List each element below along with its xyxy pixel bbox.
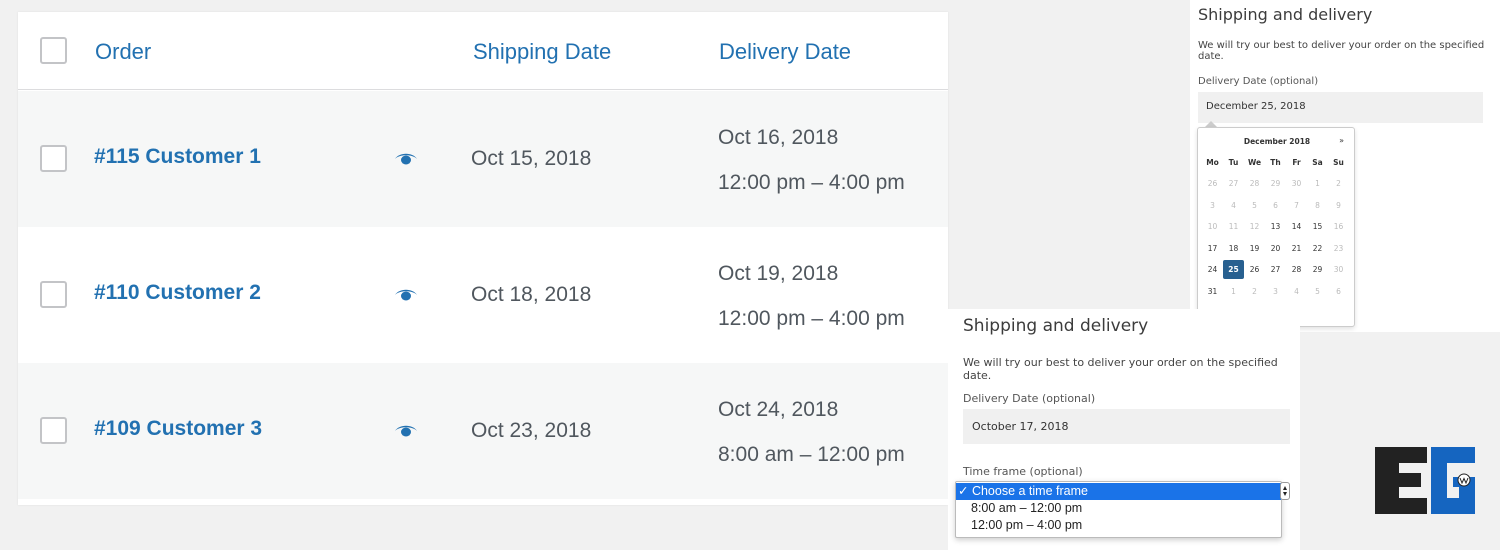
preview-eye-icon[interactable] (394, 150, 418, 166)
calendar-day[interactable]: 31 (1202, 282, 1223, 301)
calendar-day[interactable]: 22 (1307, 239, 1328, 258)
orders-table: Order Shipping Date Delivery Date #115 C… (18, 12, 948, 505)
panel-description: We will try our best to deliver your ord… (1198, 40, 1485, 62)
shipping-date: Oct 18, 2018 (471, 283, 592, 306)
calendar-day: 16 (1333, 222, 1344, 231)
weekday-label: Sa (1312, 158, 1323, 167)
delivery-time-window: 12:00 pm – 4:00 pm (718, 171, 905, 194)
calendar-day[interactable]: 19 (1244, 239, 1265, 258)
next-month-icon[interactable]: » (1339, 136, 1344, 145)
calendar-day: 29 (1270, 179, 1281, 188)
calendar-month[interactable]: December 2018 (1198, 137, 1356, 146)
delivery-time-window: 8:00 am – 12:00 pm (718, 443, 905, 466)
table-row: #110 Customer 2 Oct 18, 2018 Oct 19, 201… (18, 227, 948, 363)
order-link[interactable]: #115 Customer 1 (94, 145, 261, 169)
calendar-day: 12 (1249, 222, 1260, 231)
delivery-date: Oct 19, 2018 (718, 262, 839, 285)
table-row: #109 Customer 3 Oct 23, 2018 Oct 24, 201… (18, 363, 948, 499)
shipping-date: Oct 15, 2018 (471, 147, 592, 170)
calendar-day: 3 (1210, 200, 1215, 210)
column-shipping-date[interactable]: Shipping Date (473, 39, 611, 65)
preview-eye-icon[interactable] (394, 286, 418, 302)
calendar-day: 9 (1336, 200, 1341, 210)
calendar-day: 28 (1249, 179, 1260, 188)
calendar-day: 2 (1252, 286, 1257, 296)
time-frame-label: Time frame (optional) (963, 465, 1083, 478)
delivery-date-label: Delivery Date (optional) (963, 392, 1096, 405)
select-arrows-icon[interactable] (1280, 482, 1290, 500)
calendar-day: 4 (1294, 286, 1299, 296)
time-frame-option[interactable]: ✓ Choose a time frame (956, 483, 1281, 500)
calendar-day: 5 (1252, 200, 1257, 210)
weekday-label: Tu (1228, 158, 1239, 167)
calendar-day[interactable]: 27 (1265, 260, 1286, 279)
eg-logo (1375, 447, 1475, 514)
calendar-day: 11 (1228, 222, 1239, 231)
time-frame-option[interactable]: 8:00 am – 12:00 pm (956, 500, 1281, 517)
order-link[interactable]: #109 Customer 3 (94, 417, 262, 441)
calendar-day: 30 (1333, 265, 1344, 274)
weekday-label: Su (1333, 158, 1344, 167)
calendar-day[interactable]: 18 (1223, 239, 1244, 258)
calendar-day[interactable]: 21 (1286, 239, 1307, 258)
weekday-label: We (1247, 158, 1262, 167)
calendar-day: 8 (1315, 200, 1320, 210)
delivery-date: Oct 16, 2018 (718, 126, 839, 149)
calendar-day: 7 (1294, 200, 1299, 210)
delivery-time-window: 12:00 pm – 4:00 pm (718, 307, 905, 330)
column-delivery-date[interactable]: Delivery Date (719, 39, 851, 65)
calendar-day[interactable]: 17 (1202, 239, 1223, 258)
shipping-date: Oct 23, 2018 (471, 419, 592, 442)
table-row: #115 Customer 1 Oct 15, 2018 Oct 16, 201… (18, 91, 948, 227)
calendar-day: 4 (1231, 200, 1236, 210)
calendar-day[interactable]: 26 (1244, 260, 1265, 279)
delivery-date-label: Delivery Date (optional) (1198, 76, 1319, 87)
calendar-day: 6 (1336, 286, 1341, 296)
weekday-label: Th (1270, 158, 1281, 167)
calendar-day: 2 (1336, 179, 1341, 188)
calendar-day: 26 (1207, 179, 1218, 188)
calendar-day: 23 (1333, 243, 1344, 253)
calendar-day[interactable]: 29 (1307, 260, 1328, 279)
calendar-day[interactable]: 25 (1223, 260, 1244, 279)
row-checkbox[interactable] (40, 145, 67, 172)
time-frame-option[interactable]: 12:00 pm – 4:00 pm (956, 517, 1281, 534)
delivery-date-input[interactable]: October 17, 2018 (963, 409, 1290, 444)
calendar-day[interactable]: 14 (1286, 217, 1307, 236)
row-checkbox[interactable] (40, 281, 67, 308)
order-link[interactable]: #110 Customer 2 (94, 281, 261, 305)
calendar-day: 3 (1273, 286, 1278, 296)
panel-title: Shipping and delivery (963, 316, 1149, 336)
calendar-day: 6 (1273, 200, 1278, 210)
calendar-day: 5 (1315, 286, 1320, 296)
delivery-date: Oct 24, 2018 (718, 398, 839, 421)
calendar-day[interactable]: 15 (1307, 217, 1328, 236)
calendar-day: 1 (1231, 286, 1236, 296)
preview-eye-icon[interactable] (394, 422, 418, 438)
row-checkbox[interactable] (40, 417, 67, 444)
select-all-checkbox[interactable] (40, 37, 67, 64)
calendar-day[interactable]: 13 (1265, 217, 1286, 236)
calendar-day: 27 (1228, 179, 1239, 188)
calendar-day: 30 (1291, 179, 1302, 188)
time-frame-dropdown[interactable]: ✓ Choose a time frame 8:00 am – 12:00 pm… (955, 481, 1282, 538)
weekday-label: Fr (1292, 158, 1301, 167)
calendar-day: 1 (1315, 179, 1320, 188)
table-header: Order Shipping Date Delivery Date (18, 12, 948, 90)
calendar-day[interactable]: 20 (1265, 239, 1286, 258)
panel-description: We will try our best to deliver your ord… (963, 356, 1278, 382)
calendar-day[interactable]: 24 (1202, 260, 1223, 279)
datepicker-calendar: December 2018 » Clear MoTuWeThFrSaSu2627… (1197, 127, 1355, 327)
weekday-label: Mo (1206, 158, 1219, 167)
delivery-date-input[interactable]: December 25, 2018 (1198, 92, 1483, 123)
calendar-day: 10 (1207, 222, 1218, 231)
panel-title: Shipping and delivery (1198, 5, 1373, 24)
calendar-day[interactable]: 28 (1286, 260, 1307, 279)
column-order[interactable]: Order (95, 39, 151, 65)
